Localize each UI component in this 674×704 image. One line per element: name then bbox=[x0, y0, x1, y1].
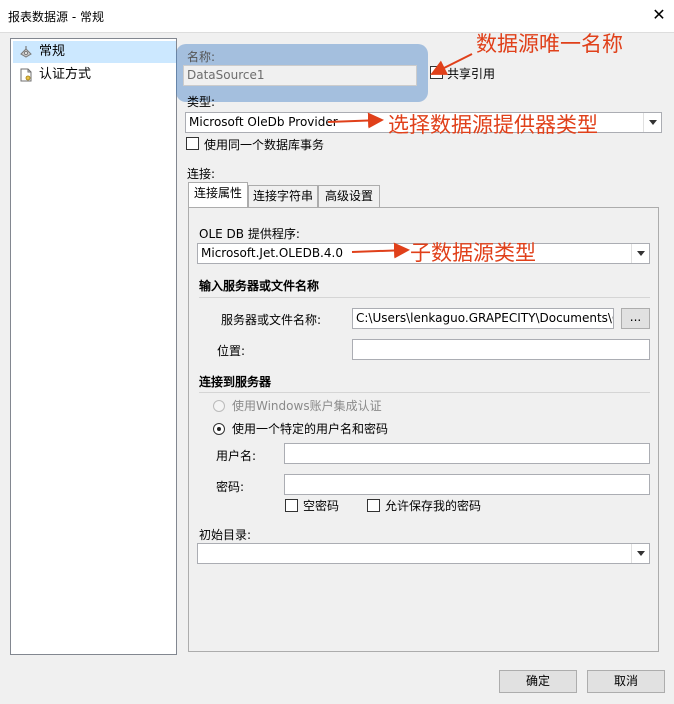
login-section-title: 连接到服务器 bbox=[199, 375, 272, 389]
connection-label: 连接: bbox=[187, 167, 216, 181]
provider-select-value: Microsoft.Jet.OLEDB.4.0 bbox=[201, 246, 343, 260]
shared-ref-checkbox[interactable] bbox=[430, 66, 443, 79]
shared-ref-label: 共享引用 bbox=[447, 67, 496, 81]
name-label: 名称: bbox=[187, 50, 216, 64]
blank-password-label: 空密码 bbox=[303, 499, 340, 513]
sidebar-item-general[interactable]: 常规 bbox=[13, 41, 176, 63]
document-icon bbox=[20, 68, 32, 82]
type-label: 类型: bbox=[187, 95, 216, 109]
location-label: 位置: bbox=[217, 344, 246, 358]
password-label: 密码: bbox=[216, 480, 245, 494]
annotation-name: 数据源唯一名称 bbox=[476, 32, 623, 56]
name-field[interactable]: DataSource1 bbox=[183, 65, 417, 86]
server-field[interactable]: C:\Users\lenkaguo.GRAPECITY\Documents\Gr… bbox=[352, 308, 614, 329]
blank-password-checkbox[interactable] bbox=[285, 499, 298, 512]
sidebar-item-label: 常规 bbox=[39, 44, 66, 59]
chevron-down-icon[interactable] bbox=[643, 113, 661, 132]
windows-auth-label: 使用Windows账户集成认证 bbox=[232, 399, 382, 413]
annotation-type: 选择数据源提供器类型 bbox=[388, 113, 598, 137]
tab-connection-string[interactable]: 连接字符串 bbox=[248, 185, 318, 207]
tab-advanced-settings[interactable]: 高级设置 bbox=[318, 185, 380, 207]
save-password-label: 允许保存我的密码 bbox=[385, 499, 482, 513]
radio-selected-dot bbox=[217, 427, 221, 431]
close-button[interactable]: ✕ bbox=[648, 4, 670, 26]
section-divider bbox=[199, 392, 650, 393]
sidebar-nav: 常规 认证方式 bbox=[10, 38, 177, 655]
general-settings-icon bbox=[20, 46, 32, 58]
username-label: 用户名: bbox=[216, 449, 257, 463]
save-password-checkbox[interactable] bbox=[367, 499, 380, 512]
initial-catalog-select[interactable] bbox=[197, 543, 650, 564]
tab-connection-properties[interactable]: 连接属性 bbox=[188, 182, 248, 207]
sidebar-item-authentication[interactable]: 认证方式 bbox=[13, 64, 176, 86]
server-label: 服务器或文件名称: bbox=[221, 313, 322, 327]
initial-catalog-label: 初始目录: bbox=[199, 528, 252, 542]
server-section-title: 输入服务器或文件名称 bbox=[199, 279, 320, 293]
type-select-value: Microsoft OleDb Provider bbox=[189, 115, 338, 129]
window-title: 报表数据源 - 常规 bbox=[8, 10, 104, 24]
chevron-down-icon[interactable] bbox=[631, 244, 649, 263]
specific-user-label: 使用一个特定的用户名和密码 bbox=[232, 422, 389, 436]
ok-button[interactable]: 确定 bbox=[499, 670, 577, 693]
same-transaction-label: 使用同一个数据库事务 bbox=[204, 138, 325, 152]
same-transaction-checkbox[interactable] bbox=[186, 137, 199, 150]
chevron-down-icon[interactable] bbox=[631, 544, 649, 563]
windows-auth-radio[interactable] bbox=[213, 400, 225, 412]
section-divider bbox=[199, 297, 650, 298]
location-field[interactable] bbox=[352, 339, 650, 360]
username-field[interactable] bbox=[284, 443, 650, 464]
provider-label: OLE DB 提供程序: bbox=[199, 227, 300, 241]
sidebar-item-label: 认证方式 bbox=[39, 67, 92, 82]
specific-user-radio[interactable] bbox=[213, 423, 225, 435]
password-field[interactable] bbox=[284, 474, 650, 495]
annotation-subtype: 子数据源类型 bbox=[410, 241, 536, 265]
browse-button[interactable]: ... bbox=[621, 308, 650, 329]
cancel-button[interactable]: 取消 bbox=[587, 670, 665, 693]
